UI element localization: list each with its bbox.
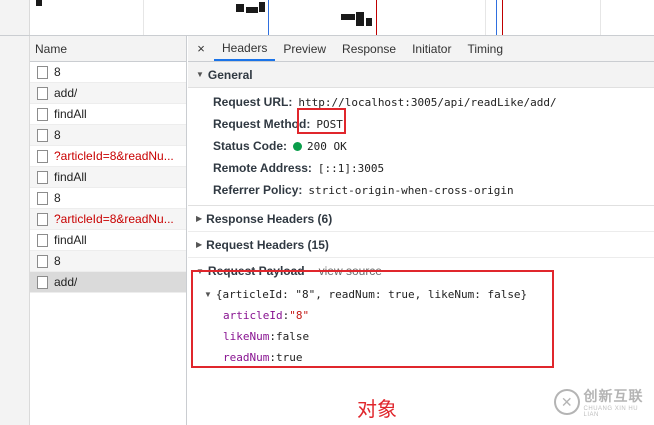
request-row[interactable]: 8 — [30, 188, 186, 209]
timeline-marker — [268, 0, 269, 35]
annotation-box-method — [297, 108, 346, 134]
request-name: ?articleId=8&readNu... — [54, 212, 174, 226]
request-url-key: Request URL: — [213, 95, 293, 109]
file-icon — [37, 86, 48, 100]
close-icon[interactable]: × — [188, 36, 214, 61]
file-icon — [37, 254, 48, 268]
response-headers-section-header[interactable]: ▶ Response Headers (6) — [188, 206, 654, 232]
file-icon — [37, 233, 48, 247]
status-code-value: 200 OK — [307, 139, 347, 153]
name-column-header[interactable]: Name — [30, 36, 186, 62]
request-row[interactable]: ?articleId=8&readNu... — [30, 209, 186, 230]
request-row[interactable]: findAll — [30, 167, 186, 188]
timeline-marker — [502, 0, 503, 35]
tab-headers[interactable]: Headers — [214, 36, 276, 61]
request-url-row: Request URL: http://localhost:3005/api/r… — [188, 91, 654, 113]
timeline-bar — [236, 4, 244, 12]
status-ok-icon — [293, 141, 303, 151]
request-name: add/ — [54, 86, 78, 100]
collapsed-triangle-icon: ▶ — [196, 240, 203, 249]
file-icon — [37, 65, 48, 79]
remote-address-value: [::1]:3005 — [317, 161, 385, 175]
left-gutter — [0, 36, 30, 425]
request-name: 8 — [54, 191, 61, 205]
request-row[interactable]: 8 — [30, 62, 186, 83]
timeline-gutter — [0, 0, 30, 35]
request-row[interactable]: add/ — [30, 272, 186, 293]
remote-address-key: Remote Address: — [213, 161, 312, 175]
referrer-policy-key: Referrer Policy: — [213, 183, 303, 197]
timeline-marker — [496, 0, 497, 35]
tab-response[interactable]: Response — [334, 36, 404, 61]
timeline-gridline — [485, 0, 486, 35]
timeline-bar — [356, 12, 364, 26]
timeline-marker — [376, 0, 377, 35]
request-name: findAll — [54, 170, 87, 184]
response-headers-title: Response Headers (6) — [206, 211, 333, 226]
request-url-value: http://localhost:3005/api/readLike/add/ — [298, 95, 557, 109]
request-list: Name 8 add/findAll 8 ?articleId=8&readNu...… — [30, 36, 187, 425]
tab-timing[interactable]: Timing — [459, 36, 511, 61]
file-icon — [37, 170, 48, 184]
general-title: General — [207, 67, 253, 82]
watermark-logo: ✕ 创新互联 CHUANG XIN HU LIAN — [554, 386, 654, 418]
file-icon — [37, 275, 48, 289]
request-row[interactable]: findAll — [30, 230, 186, 251]
file-icon — [37, 107, 48, 121]
request-name: ?articleId=8&readNu... — [54, 149, 174, 163]
request-name: 8 — [54, 254, 61, 268]
request-row[interactable]: 8 — [30, 125, 186, 146]
referrer-policy-value: strict-origin-when-cross-origin — [308, 183, 514, 197]
file-icon — [37, 149, 48, 163]
request-row[interactable]: ?articleId=8&readNu... — [30, 146, 186, 167]
timeline-bar — [259, 2, 265, 12]
general-section-header[interactable]: ▼ General — [188, 62, 654, 88]
collapsed-triangle-icon: ▶ — [196, 214, 203, 223]
detail-tabs: × Headers Preview Response Initiator Tim… — [188, 36, 654, 62]
annotation-label: 对象 — [357, 397, 397, 421]
brand-logo-icon: ✕ — [554, 389, 580, 415]
status-code-row: Status Code: 200 OK — [188, 135, 654, 157]
request-name: add/ — [54, 275, 78, 289]
remote-address-row: Remote Address: [::1]:3005 — [188, 157, 654, 179]
request-row[interactable]: 8 — [30, 251, 186, 272]
tab-preview[interactable]: Preview — [275, 36, 334, 61]
request-headers-section-header[interactable]: ▶ Request Headers (15) — [188, 232, 654, 258]
watermark-title: 创新互联 — [583, 388, 644, 404]
referrer-policy-row: Referrer Policy: strict-origin-when-cros… — [188, 179, 654, 201]
annotation-box-payload — [191, 270, 554, 368]
request-name: 8 — [54, 65, 61, 79]
timeline-bar — [341, 14, 355, 20]
watermark-subtitle: CHUANG XIN HU LIAN — [583, 406, 639, 418]
timeline-gridline — [600, 0, 601, 35]
request-name: findAll — [54, 107, 87, 121]
request-row[interactable]: add/ — [30, 83, 186, 104]
expanded-triangle-icon: ▼ — [196, 70, 204, 79]
request-headers-title: Request Headers (15) — [206, 237, 329, 252]
request-method-key: Request Method: — [213, 117, 311, 131]
network-timeline[interactable] — [0, 0, 654, 36]
file-icon — [37, 128, 48, 142]
timeline-bar — [36, 0, 42, 6]
timeline-gridline — [143, 0, 144, 35]
timeline-bar — [246, 7, 258, 13]
request-name: 8 — [54, 128, 61, 142]
request-name: findAll — [54, 233, 87, 247]
file-icon — [37, 212, 48, 226]
request-method-row: Request Method: POST — [188, 113, 654, 135]
tab-initiator[interactable]: Initiator — [404, 36, 459, 61]
file-icon — [37, 191, 48, 205]
request-row[interactable]: findAll — [30, 104, 186, 125]
status-code-key: Status Code: — [213, 139, 288, 153]
timeline-bar — [366, 18, 372, 26]
